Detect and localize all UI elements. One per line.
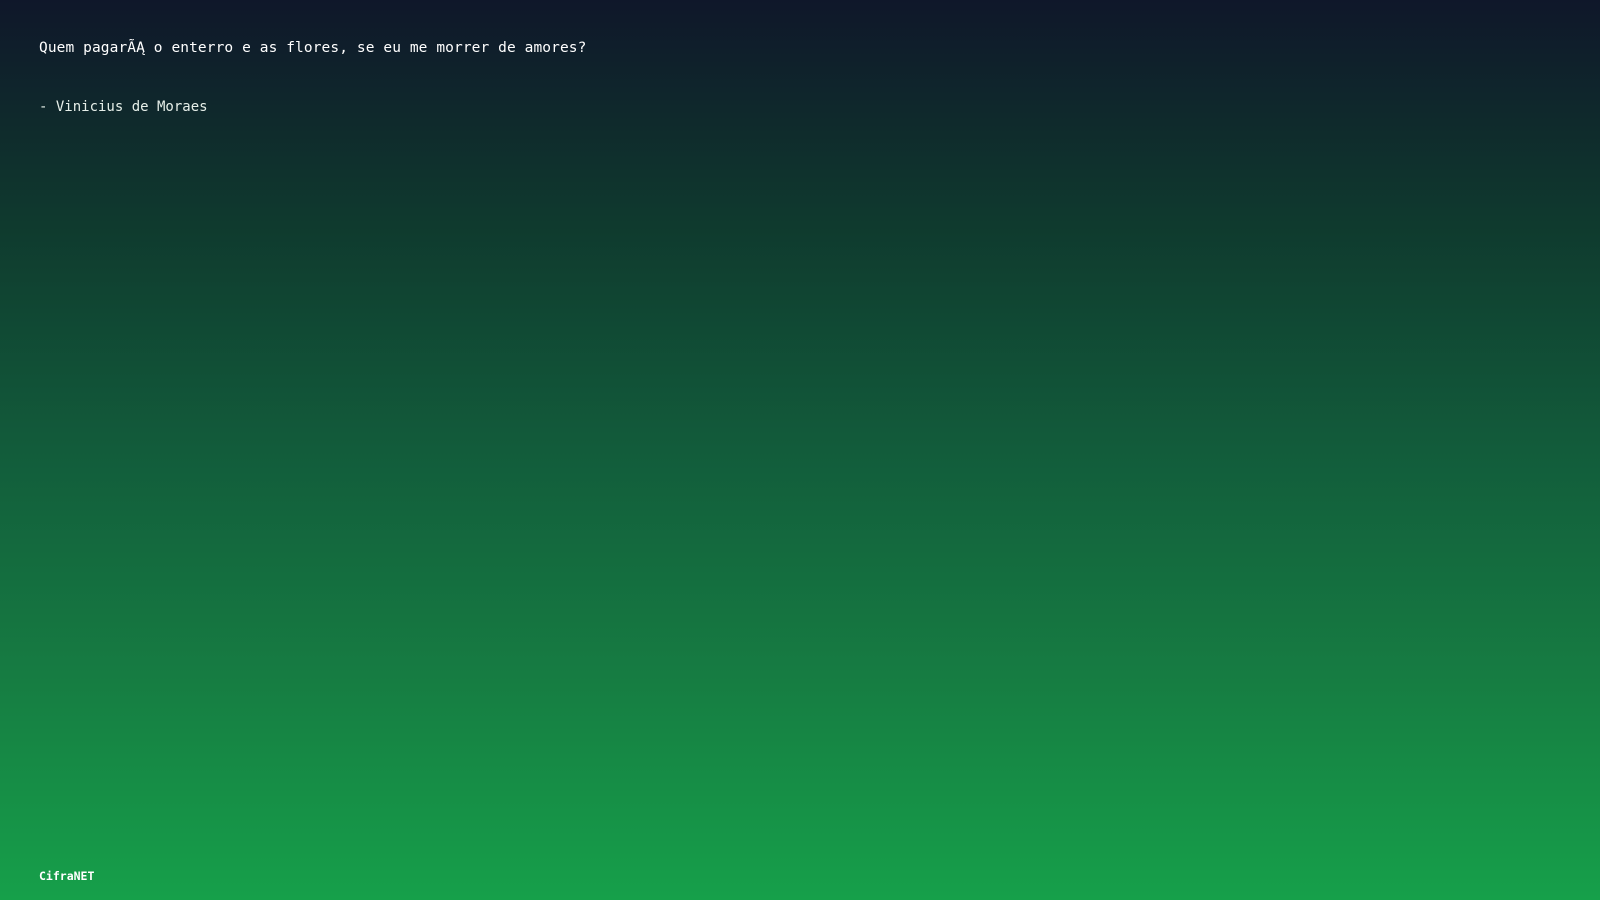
quote-block: Quem pagarÃĄ o enterro e as flores, se e… xyxy=(39,38,1439,117)
quote-author: - Vinicius de Moraes xyxy=(39,99,208,115)
brand-label: CifraNET xyxy=(39,869,95,883)
quote-text: Quem pagarÃĄ o enterro e as flores, se e… xyxy=(39,40,587,56)
